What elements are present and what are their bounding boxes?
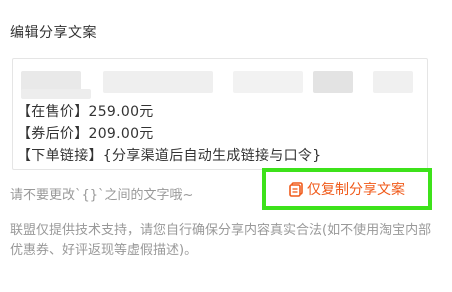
hint-text: 请不要更改`{}`之间的文字哦~ bbox=[10, 188, 194, 203]
page-title: 编辑分享文案 bbox=[10, 25, 97, 41]
copy-share-text-button[interactable]: 仅复制分享文案 bbox=[262, 168, 432, 210]
share-text-card[interactable]: 【在售价】259.00元 【券后价】209.00元 【下单链接】{分享渠道后自动… bbox=[12, 58, 428, 170]
copy-button-label: 仅复制分享文案 bbox=[307, 182, 405, 198]
order-link-line: 【下单链接】{分享渠道后自动生成链接与口令} bbox=[17, 148, 322, 164]
redacted-text-block bbox=[313, 71, 353, 93]
price-on-sale-line: 【在售价】259.00元 bbox=[17, 104, 154, 120]
redacted-text-block bbox=[21, 89, 91, 99]
redacted-text-block bbox=[373, 71, 413, 93]
copy-icon bbox=[289, 181, 303, 197]
redacted-text-block bbox=[233, 71, 303, 93]
price-after-coupon-line: 【券后价】209.00元 bbox=[17, 126, 154, 142]
redacted-text-block bbox=[103, 71, 213, 93]
disclaimer-text: 联盟仅提供技术支持，请您自行确保分享内容真实合法(如不使用淘宝内部优惠券、好评返… bbox=[10, 223, 432, 258]
